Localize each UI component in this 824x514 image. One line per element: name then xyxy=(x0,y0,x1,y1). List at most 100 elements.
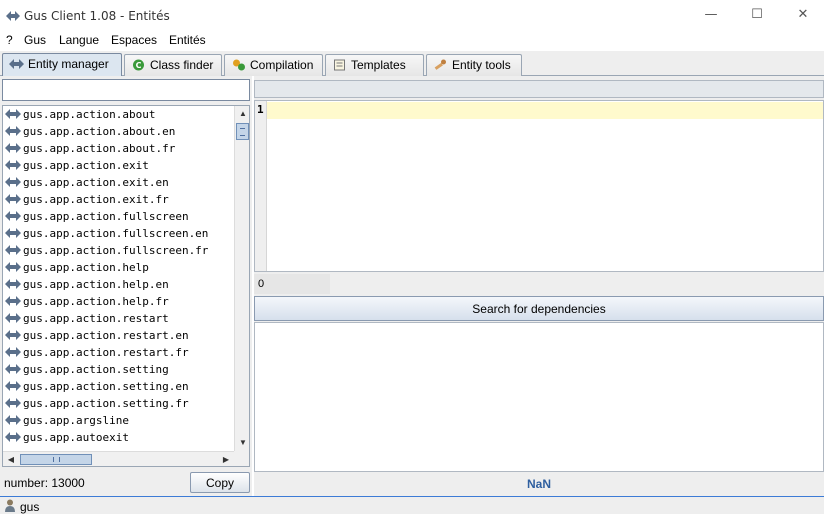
entity-icon xyxy=(5,364,21,374)
entity-icon xyxy=(5,398,21,408)
dependencies-results xyxy=(254,322,824,472)
horizontal-scrollbar[interactable]: ◀ ▶ xyxy=(3,451,234,466)
entity-icon xyxy=(5,296,21,306)
entity-name: gus.app.action.exit xyxy=(23,159,149,172)
list-item[interactable]: gus.app.action.restart.en xyxy=(3,327,234,344)
menu-gus[interactable]: Gus xyxy=(24,33,46,47)
list-item[interactable]: gus.app.action.fullscreen.fr xyxy=(3,242,234,259)
templates-icon xyxy=(334,59,345,71)
entity-icon xyxy=(9,59,24,69)
scroll-right-icon[interactable]: ▶ xyxy=(218,452,234,466)
code-editor[interactable]: 1 xyxy=(254,100,824,272)
horizontal-scroll-thumb[interactable] xyxy=(20,454,92,465)
menu-entites[interactable]: Entités xyxy=(169,33,206,47)
entity-name: gus.app.action.setting.fr xyxy=(23,397,189,410)
entity-icon xyxy=(5,330,21,340)
list-item[interactable]: gus.app.autoexit xyxy=(3,429,234,446)
entity-icon xyxy=(5,211,21,221)
editor-status-strip: 0 xyxy=(254,274,824,294)
status-bar: gus xyxy=(0,496,824,514)
close-button[interactable]: ✕ xyxy=(780,0,824,31)
copy-button[interactable]: Copy xyxy=(190,472,250,493)
svg-text:C: C xyxy=(136,61,142,70)
list-item[interactable]: gus.app.action.exit.fr xyxy=(3,191,234,208)
entity-icon xyxy=(5,194,21,204)
list-item[interactable]: gus.app.action.restart xyxy=(3,310,234,327)
entity-name: gus.app.action.exit.en xyxy=(23,176,169,189)
line-number: 1 xyxy=(257,103,264,116)
list-item[interactable]: gus.app.action.about.en xyxy=(3,123,234,140)
entity-name: gus.app.action.fullscreen xyxy=(23,210,189,223)
details-panel: 1 0 Search for dependencies NaN xyxy=(254,76,824,496)
tab-class-finder[interactable]: C Class finder xyxy=(124,54,222,76)
entity-name: gus.app.action.fullscreen.fr xyxy=(23,244,209,257)
tab-entity-manager[interactable]: Entity manager xyxy=(2,53,122,77)
tab-templates[interactable]: Templates xyxy=(325,54,424,76)
entity-name: gus.app.argsline xyxy=(23,414,129,427)
current-line-highlight xyxy=(267,102,823,119)
list-item[interactable]: gus.app.action.fullscreen xyxy=(3,208,234,225)
maximize-button[interactable]: ☐ xyxy=(734,0,780,31)
tab-label: Entity manager xyxy=(28,57,109,71)
entity-icon xyxy=(5,347,21,357)
line-count-field: 0 xyxy=(254,274,330,294)
scrollbar-corner xyxy=(234,451,249,466)
result-status: NaN xyxy=(526,477,551,491)
list-item[interactable]: gus.app.action.setting.fr xyxy=(3,395,234,412)
vertical-scroll-thumb[interactable] xyxy=(236,123,249,140)
tab-bar: Entity manager C Class finder Compilatio… xyxy=(0,51,824,77)
tab-label: Compilation xyxy=(250,58,314,72)
editor-header xyxy=(254,80,824,98)
entity-icon xyxy=(5,262,21,272)
compilation-icon xyxy=(233,59,245,71)
list-item[interactable]: gus.app.action.exit.en xyxy=(3,174,234,191)
entity-icon xyxy=(5,126,21,136)
tab-label: Class finder xyxy=(150,58,214,72)
title-bar: Gus Client 1.08 - Entités — ☐ ✕ xyxy=(0,0,824,31)
entity-name: gus.app.action.about.fr xyxy=(23,142,176,155)
list-item[interactable]: gus.app.action.about.fr xyxy=(3,140,234,157)
entity-filter-input[interactable] xyxy=(2,79,250,101)
list-item[interactable]: gus.app.action.help.en xyxy=(3,276,234,293)
menu-help[interactable]: ? xyxy=(6,33,13,47)
entity-name: gus.app.action.exit.fr xyxy=(23,193,169,206)
menu-espaces[interactable]: Espaces xyxy=(111,33,157,47)
entity-icon xyxy=(5,381,21,391)
entity-name: gus.app.action.about.en xyxy=(23,125,176,138)
tab-compilation[interactable]: Compilation xyxy=(224,54,323,76)
minimize-button[interactable]: — xyxy=(688,0,734,31)
tab-entity-tools[interactable]: Entity tools xyxy=(426,54,522,76)
list-item[interactable]: gus.app.action.help xyxy=(3,259,234,276)
entity-name: gus.app.action.restart.fr xyxy=(23,346,189,359)
tab-label: Entity tools xyxy=(452,58,511,72)
scroll-left-icon[interactable]: ◀ xyxy=(3,452,19,466)
entity-panel: gus.app.action.about gus.app.action.about… xyxy=(0,76,252,496)
list-item[interactable]: gus.app.action.setting xyxy=(3,361,234,378)
list-item[interactable]: gus.app.argsline xyxy=(3,412,234,429)
list-item[interactable]: gus.app.action.help.fr xyxy=(3,293,234,310)
list-item[interactable]: gus.app.action.exit xyxy=(3,157,234,174)
entity-name: gus.app.autoexit xyxy=(23,431,129,444)
entity-list: gus.app.action.about gus.app.action.about… xyxy=(3,106,234,451)
entity-icon xyxy=(5,177,21,187)
entity-name: gus.app.action.setting.en xyxy=(23,380,189,393)
entity-name: gus.app.action.help xyxy=(23,261,149,274)
window-title: Gus Client 1.08 - Entités xyxy=(24,9,170,23)
entity-list-box: gus.app.action.about gus.app.action.about… xyxy=(2,105,250,467)
list-item[interactable]: gus.app.action.restart.fr xyxy=(3,344,234,361)
scroll-down-icon[interactable]: ▼ xyxy=(235,435,249,451)
class-finder-icon: C xyxy=(133,59,144,71)
list-item[interactable]: gus.app.action.fullscreen.en xyxy=(3,225,234,242)
entity-icon xyxy=(5,143,21,153)
menu-bar: ? Gus Langue Espaces Entités xyxy=(0,31,824,51)
entity-icon xyxy=(5,245,21,255)
search-dependencies-button[interactable]: Search for dependencies xyxy=(254,296,824,321)
vertical-scrollbar[interactable]: ▲ ▼ xyxy=(234,106,249,451)
user-icon xyxy=(5,499,15,512)
gus-app-icon xyxy=(6,11,20,21)
entity-icon xyxy=(5,160,21,170)
list-item[interactable]: gus.app.action.setting.en xyxy=(3,378,234,395)
scroll-up-icon[interactable]: ▲ xyxy=(235,106,249,122)
menu-langue[interactable]: Langue xyxy=(59,33,99,47)
list-item[interactable]: gus.app.action.about xyxy=(3,106,234,123)
